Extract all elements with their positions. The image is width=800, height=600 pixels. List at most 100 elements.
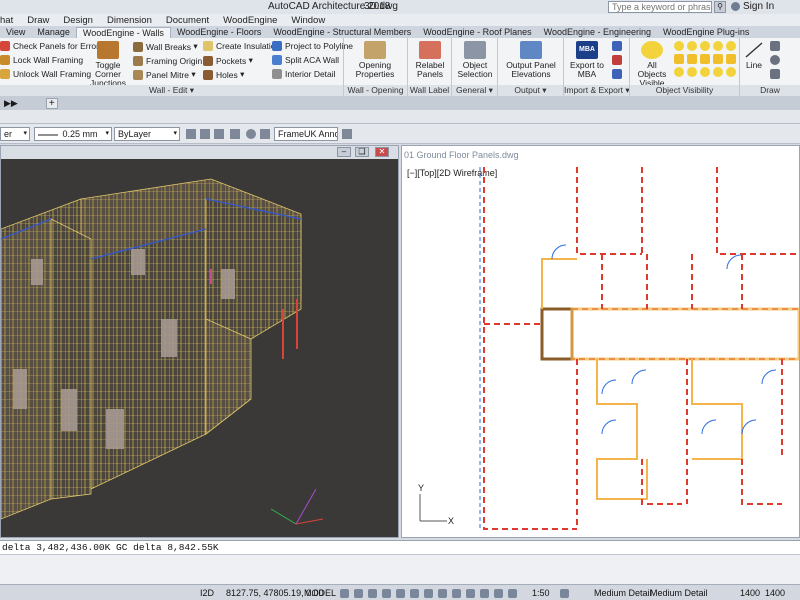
relabel-panels-button[interactable]: Relabel Panels <box>410 41 450 79</box>
menu-item-design[interactable]: Design <box>56 15 100 26</box>
all-visible-button[interactable]: All Objects Visible <box>632 41 672 88</box>
grid-icon[interactable] <box>340 589 349 598</box>
menu-item-dimension[interactable]: Dimension <box>100 15 159 26</box>
model-space-button[interactable]: MODEL <box>304 588 336 598</box>
close-icon[interactable]: ✕ <box>375 147 389 157</box>
lock-framing-button[interactable]: Lock Wall Framing <box>0 55 83 65</box>
bulb-icon[interactable] <box>674 41 684 51</box>
toggle-junctions-button[interactable]: Toggle Corner Junctions <box>84 41 132 88</box>
object-selection-button[interactable]: Object Selection <box>454 41 496 79</box>
settings-icon[interactable] <box>560 589 569 598</box>
viewport-3d[interactable]: – ❑ ✕ <box>0 145 399 538</box>
viewport-2d[interactable]: 01 Ground Floor Panels.dwg [−][Top][2D W… <box>401 145 800 538</box>
plotstyle-combo[interactable]: ByLayer ▾ <box>114 127 180 141</box>
arrow-icon[interactable] <box>674 54 684 64</box>
tab-woodengine-roof[interactable]: WoodEngine - Roof Planes <box>417 27 537 38</box>
framing-origin-button[interactable]: Framing Origin ▾ <box>133 55 209 66</box>
ucs-icon[interactable] <box>200 129 210 139</box>
import-icon-1[interactable] <box>612 41 625 51</box>
annotation-combo[interactable]: FrameUK Anno <box>274 127 338 141</box>
panel-mitre-button[interactable]: Panel Mitre ▾ <box>133 69 196 80</box>
3dosnap-icon[interactable] <box>466 589 475 598</box>
annotation-icon[interactable] <box>342 129 352 139</box>
create-insulation-button[interactable]: Create Insulation <box>203 41 280 51</box>
polar-icon[interactable] <box>382 589 391 598</box>
cut-plane-2[interactable]: 1400 <box>765 588 785 598</box>
restore-icon[interactable]: ❑ <box>355 147 369 157</box>
import-icon-3[interactable] <box>612 69 625 79</box>
split-aca-button[interactable]: Split ACA Wall <box>272 55 339 65</box>
bulb-icon[interactable] <box>674 67 684 77</box>
arrow-icon[interactable] <box>687 54 697 64</box>
tab-woodengine-floors[interactable]: WoodEngine - Floors <box>171 27 267 38</box>
snap-icon[interactable] <box>354 589 363 598</box>
view-icon[interactable] <box>260 129 270 139</box>
arrow-icon[interactable] <box>713 54 723 64</box>
tab-view[interactable]: View <box>0 27 31 38</box>
arrow-icon[interactable] <box>700 54 710 64</box>
new-tab-button[interactable]: + <box>45 97 58 109</box>
units-icon[interactable] <box>508 589 517 598</box>
interior-detail-button[interactable]: Interior Detail <box>272 69 336 79</box>
ortho-icon[interactable] <box>368 589 377 598</box>
bulb-icon[interactable] <box>687 67 697 77</box>
tab-woodengine-structural[interactable]: WoodEngine - Structural Members <box>267 27 417 38</box>
bulb-icon[interactable] <box>713 67 723 77</box>
menu-item-woodengine[interactable]: WoodEngine <box>216 15 284 26</box>
orbit-icon[interactable] <box>246 129 256 139</box>
pockets-button[interactable]: Pockets ▾ <box>203 55 253 66</box>
annotation-monitor-icon[interactable] <box>494 589 503 598</box>
tab-woodengine-plugins[interactable]: WoodEngine Plug-ins <box>657 27 755 38</box>
bulb-icon[interactable] <box>713 41 723 51</box>
dynamic-ucs-icon[interactable] <box>480 589 489 598</box>
bulb-icon[interactable] <box>726 41 736 51</box>
tab-manage[interactable]: Manage <box>31 27 76 38</box>
minimize-icon[interactable]: – <box>337 147 351 157</box>
opening-properties-button[interactable]: Opening Properties <box>346 41 404 79</box>
menu-item-format[interactable]: hat <box>0 15 20 26</box>
sign-in-button[interactable]: Sign In <box>731 1 774 12</box>
arrow-icon[interactable] <box>726 54 736 64</box>
ucs-icon[interactable] <box>214 129 224 139</box>
arc-draw-button[interactable] <box>770 69 783 79</box>
command-input-area[interactable] <box>0 554 800 584</box>
transparency-icon[interactable] <box>438 589 447 598</box>
lineweight-icon[interactable] <box>424 589 433 598</box>
line-button[interactable]: Line <box>742 41 766 70</box>
menu-item-document[interactable]: Document <box>159 15 216 26</box>
import-icon-2[interactable] <box>612 55 625 65</box>
bulb-icon[interactable] <box>687 41 697 51</box>
bulb-icon[interactable] <box>726 67 736 77</box>
polyline-draw-button[interactable] <box>770 41 783 51</box>
mba-icon: MBA <box>576 41 598 59</box>
display-detail-2[interactable]: Medium Detail <box>650 588 708 598</box>
output-elevations-button[interactable]: Output Panel Elevations <box>500 41 562 79</box>
status-mode[interactable]: I2D <box>200 588 214 598</box>
bulb-icon[interactable] <box>700 67 710 77</box>
wall-breaks-button[interactable]: Wall Breaks ▾ <box>133 41 198 52</box>
tab-woodengine-engineering[interactable]: WoodEngine - Engineering <box>538 27 657 38</box>
project-polyline-button[interactable]: Project to Polyline <box>272 41 353 51</box>
holes-button[interactable]: Holes ▾ <box>203 69 244 80</box>
export-mba-button[interactable]: MBA Export to MBA <box>566 41 608 79</box>
selection-cycle-icon[interactable] <box>452 589 461 598</box>
search-icon[interactable]: ⚲ <box>714 1 726 13</box>
search-input[interactable] <box>608 1 712 13</box>
file-tab-arrow[interactable]: ▶▶ <box>0 98 22 109</box>
osnap-icon[interactable] <box>396 589 405 598</box>
ucs-icon[interactable] <box>230 129 240 139</box>
tab-woodengine-walls[interactable]: WoodEngine - Walls <box>75 27 171 38</box>
layer-combo[interactable]: er ▾ <box>0 127 30 141</box>
unlock-framing-button[interactable]: Unlock Wall Framing <box>0 69 91 79</box>
bulb-icon[interactable] <box>700 41 710 51</box>
lineweight-combo[interactable]: 0.25 mm ▾ <box>34 127 112 141</box>
otrack-icon[interactable] <box>410 589 419 598</box>
menu-item-window[interactable]: Window <box>284 15 332 26</box>
circle-draw-button[interactable] <box>770 55 783 65</box>
cut-plane-1[interactable]: 1400 <box>740 588 760 598</box>
line-label: Line <box>745 60 763 70</box>
display-detail-1[interactable]: Medium Detail <box>594 588 652 598</box>
menu-item-draw[interactable]: Draw <box>20 15 56 26</box>
annotation-scale[interactable]: 1:50 <box>532 588 550 598</box>
ucs-icon[interactable] <box>186 129 196 139</box>
